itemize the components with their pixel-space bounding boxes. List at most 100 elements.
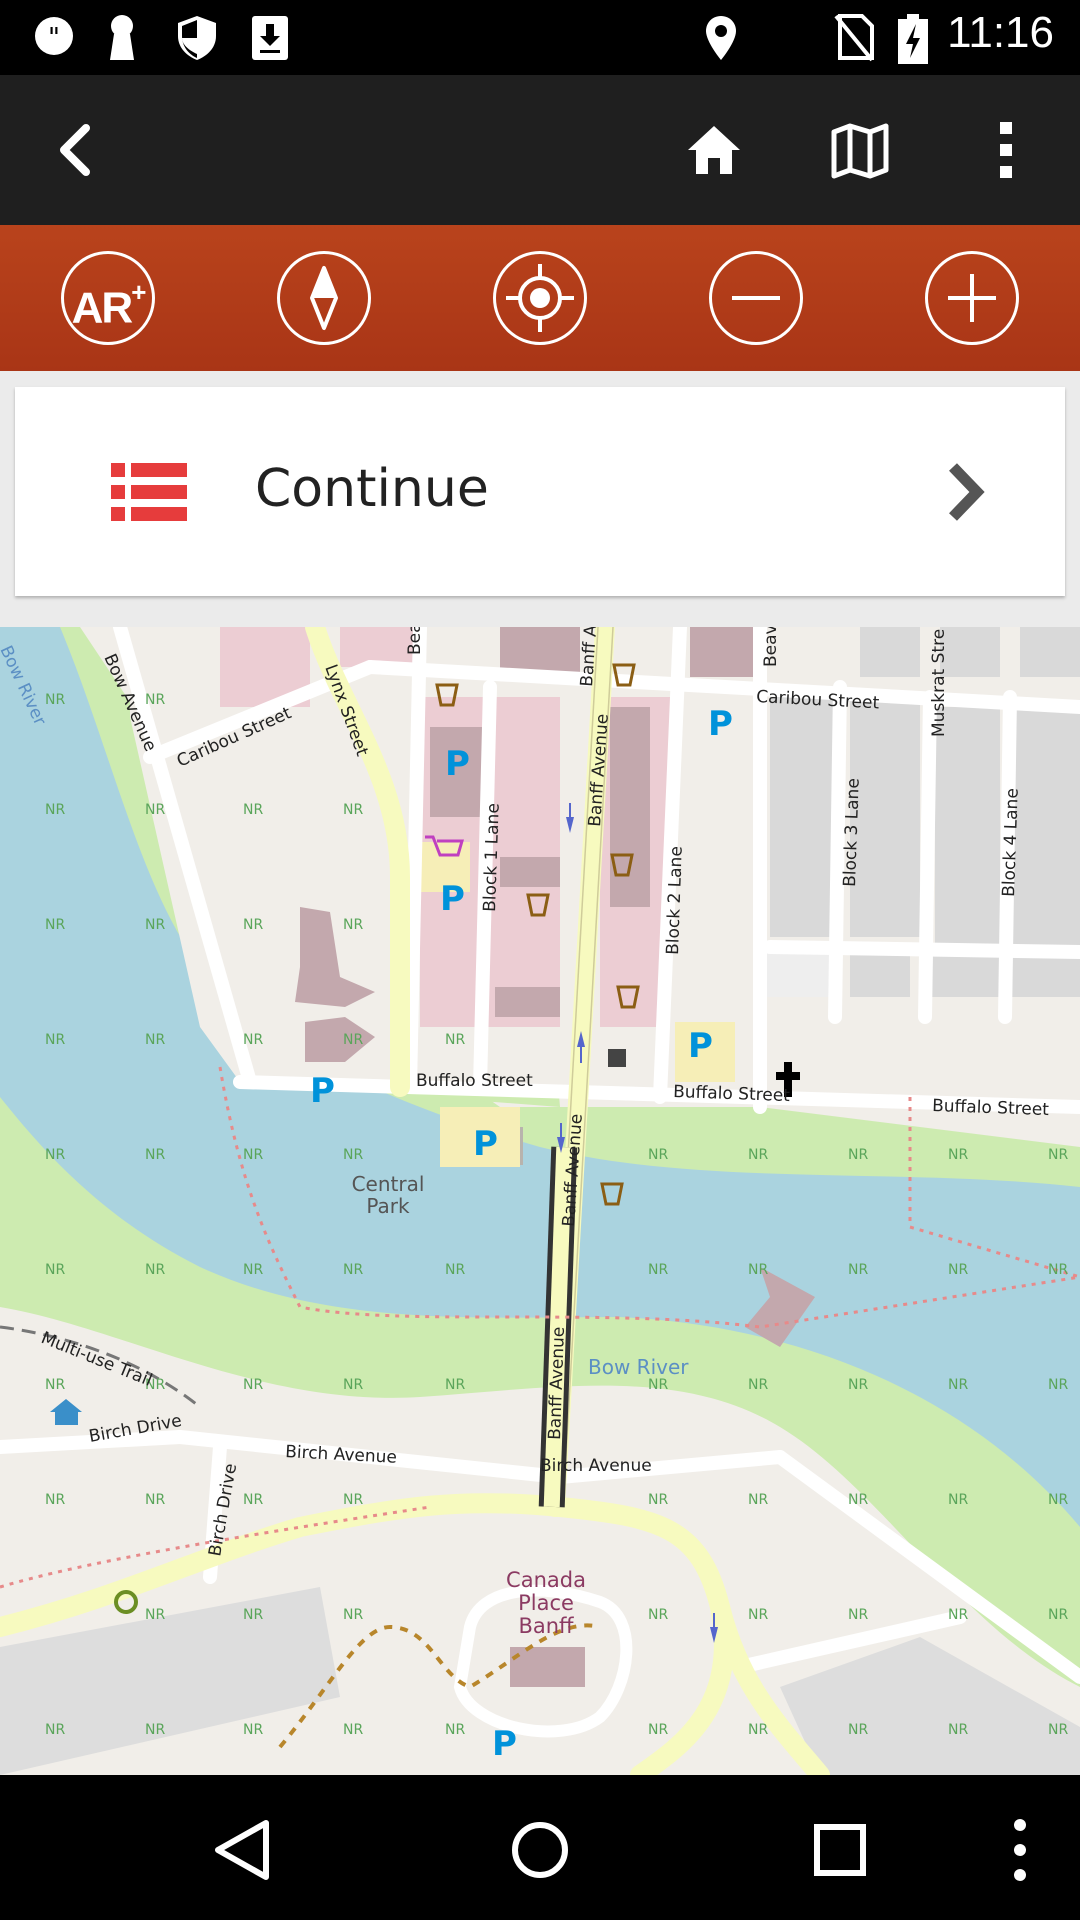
beaver-street-label: Beav <box>761 627 781 667</box>
zoom-in-button[interactable] <box>925 251 1019 345</box>
nr-marker: NR <box>243 802 263 818</box>
nr-marker: NR <box>343 1147 363 1163</box>
muskrat-street-label: Muskrat Stre <box>929 629 949 737</box>
compass-button[interactable] <box>277 251 371 345</box>
back-triangle-icon[interactable] <box>208 1815 278 1885</box>
nr-marker: NR <box>445 1032 465 1048</box>
map-view[interactable]: P P P P P P P NR NR NR NR NR NR NR NR NR… <box>0 627 1080 1775</box>
map-canvas[interactable]: P P P P P P P NR NR NR NR NR NR NR NR NR… <box>0 627 1080 1775</box>
nr-marker: NR <box>848 1377 868 1393</box>
bow-river-label: Bow River <box>588 1355 689 1379</box>
nr-marker: NR <box>748 1492 768 1508</box>
nr-marker: NR <box>648 1722 668 1738</box>
nr-marker: NR <box>45 1032 65 1048</box>
navigation-bar <box>0 1775 1080 1920</box>
ar-label: AR <box>71 283 134 333</box>
map-toolbar: AR+ <box>0 225 1080 371</box>
nr-marker: NR <box>648 1377 668 1393</box>
nr-marker: NR <box>748 1262 768 1278</box>
parking-sign: P <box>492 1724 517 1764</box>
back-icon[interactable] <box>46 120 106 180</box>
battery-charging-icon <box>898 14 928 64</box>
zoom-out-button[interactable] <box>709 251 803 345</box>
home-circle-icon[interactable] <box>505 1815 575 1885</box>
nr-marker: NR <box>145 1722 165 1738</box>
nr-marker: NR <box>45 1722 65 1738</box>
nr-marker: NR <box>343 1607 363 1623</box>
canada-place-label: Canada <box>506 1568 586 1592</box>
home-icon[interactable] <box>684 120 744 180</box>
nr-marker: NR <box>45 1262 65 1278</box>
keyhole-icon <box>110 15 134 60</box>
download-icon <box>252 16 288 60</box>
central-park-label: Central <box>352 1172 425 1196</box>
block3-lane-label: Block 3 Lane <box>840 778 864 887</box>
central-park-label: Park <box>366 1194 410 1218</box>
nr-marker: NR <box>748 1147 768 1163</box>
nr-marker: NR <box>145 1262 165 1278</box>
nr-marker: NR <box>243 1492 263 1508</box>
nr-marker: NR <box>145 692 165 708</box>
chevron-right-icon <box>949 463 985 521</box>
nr-marker: NR <box>145 1492 165 1508</box>
more-vert-icon[interactable] <box>1000 1815 1040 1885</box>
parking-sign: P <box>473 1124 498 1164</box>
nr-marker: NR <box>848 1722 868 1738</box>
ar-button[interactable]: AR+ <box>61 251 155 345</box>
nr-marker: NR <box>243 1607 263 1623</box>
nr-marker: NR <box>45 917 65 933</box>
parking-sign: P <box>440 879 465 919</box>
parking-sign: P <box>688 1026 713 1066</box>
nr-marker: NR <box>648 1262 668 1278</box>
nr-marker: NR <box>1048 1607 1068 1623</box>
recents-square-icon[interactable] <box>805 1815 875 1885</box>
ar-plus-icon: AR+ <box>64 254 152 342</box>
block1-lane-label: Block 1 Lane <box>480 803 504 912</box>
crosshair-icon <box>506 264 574 332</box>
map-icon[interactable] <box>830 120 890 180</box>
nr-marker: NR <box>243 1377 263 1393</box>
minus-icon <box>732 296 780 300</box>
quote-icon: " <box>35 17 73 55</box>
nr-marker: NR <box>948 1377 968 1393</box>
nr-marker: NR <box>45 1492 65 1508</box>
nr-marker: NR <box>948 1492 968 1508</box>
nr-marker: NR <box>948 1722 968 1738</box>
nr-marker: NR <box>343 1492 363 1508</box>
nr-marker: NR <box>848 1262 868 1278</box>
buffalo-street-label: Buffalo Street <box>673 1082 791 1106</box>
nr-marker: NR <box>848 1607 868 1623</box>
nr-marker: NR <box>343 917 363 933</box>
canada-place-label: Banff <box>518 1614 574 1638</box>
nr-marker: NR <box>445 1262 465 1278</box>
nr-marker: NR <box>343 1722 363 1738</box>
block2-lane-label: Block 2 Lane <box>663 846 687 955</box>
nr-marker: NR <box>243 1032 263 1048</box>
nr-marker: NR <box>243 1722 263 1738</box>
compass-icon <box>310 266 338 330</box>
nr-marker: NR <box>948 1607 968 1623</box>
nr-marker: NR <box>45 802 65 818</box>
nr-marker: NR <box>948 1147 968 1163</box>
nr-marker: NR <box>343 1032 363 1048</box>
overflow-menu-icon[interactable] <box>976 120 1036 180</box>
locate-button[interactable] <box>493 251 587 345</box>
bear-street-label: Bea <box>405 627 425 655</box>
nr-marker: NR <box>748 1377 768 1393</box>
nr-marker: NR <box>445 1377 465 1393</box>
no-sim-icon <box>834 14 874 62</box>
nr-marker: NR <box>243 1147 263 1163</box>
nr-marker: NR <box>343 1262 363 1278</box>
parking-sign: P <box>708 704 733 744</box>
nr-marker: NR <box>848 1492 868 1508</box>
nr-marker: NR <box>748 1607 768 1623</box>
nr-marker: NR <box>145 802 165 818</box>
nr-marker: NR <box>343 1377 363 1393</box>
block4-lane-label: Block 4 Lane <box>999 788 1023 897</box>
svg-text:": " <box>48 23 60 53</box>
nr-marker: NR <box>1048 1147 1068 1163</box>
nr-marker: NR <box>648 1147 668 1163</box>
parking-sign: P <box>445 744 470 784</box>
continue-card[interactable]: Continue <box>15 387 1065 596</box>
plus-icon <box>948 274 996 322</box>
